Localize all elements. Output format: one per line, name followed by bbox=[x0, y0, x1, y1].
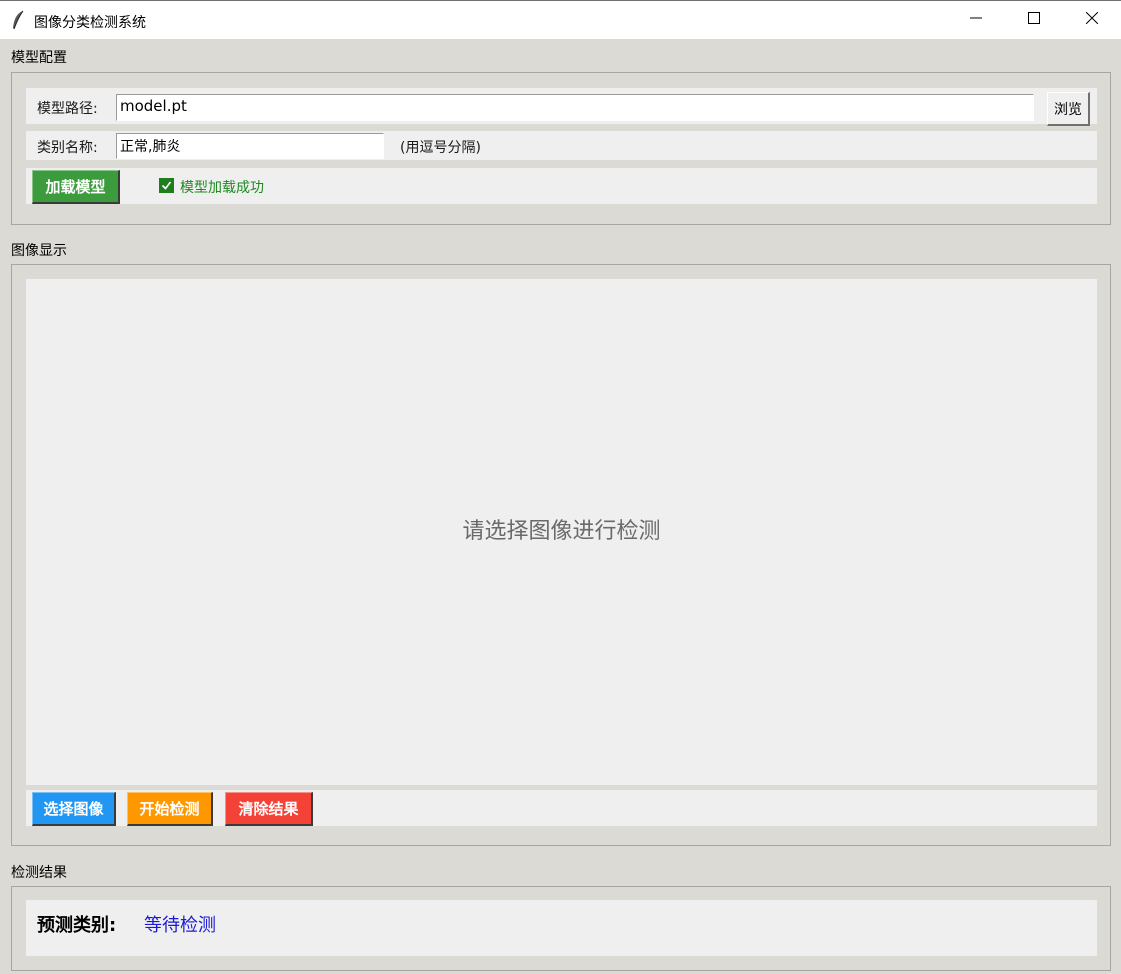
clear-results-button[interactable]: 清除结果 bbox=[225, 792, 313, 826]
close-button[interactable] bbox=[1063, 1, 1121, 39]
prediction-label: 预测类别: bbox=[37, 915, 117, 936]
select-image-button[interactable]: 选择图像 bbox=[32, 792, 116, 826]
model-path-input[interactable]: model.pt bbox=[116, 94, 1034, 121]
maximize-button[interactable] bbox=[1005, 1, 1063, 39]
model-path-label: 模型路径: bbox=[37, 101, 98, 117]
start-detect-button[interactable]: 开始检测 bbox=[127, 792, 213, 826]
class-names-hint: (用逗号分隔) bbox=[400, 140, 481, 156]
load-status: 模型加载成功 bbox=[180, 180, 264, 196]
close-icon bbox=[1085, 11, 1099, 28]
minimize-button[interactable] bbox=[947, 1, 1005, 39]
image-display-header bbox=[11, 238, 1111, 264]
minimize-icon bbox=[970, 12, 982, 28]
window-title: 图像分类检测系统 bbox=[34, 15, 146, 31]
results-header bbox=[11, 860, 1111, 886]
maximize-icon bbox=[1028, 12, 1040, 28]
model-config-header bbox=[11, 45, 1111, 71]
class-names-input[interactable]: 正常,肺炎 bbox=[116, 133, 384, 159]
browse-button[interactable]: 浏览 bbox=[1047, 92, 1090, 126]
model-config-title: 模型配置 bbox=[11, 50, 67, 66]
prediction-value: 等待检测 bbox=[144, 915, 216, 936]
results-title: 检测结果 bbox=[11, 865, 67, 881]
image-display-title: 图像显示 bbox=[11, 243, 67, 259]
feather-icon bbox=[11, 10, 25, 30]
app-window: 图像分类检测系统 模型配置 模型路径: model.pt 浏览 类别名称: 正常… bbox=[0, 0, 1121, 974]
check-icon bbox=[159, 178, 174, 193]
title-bar: 图像分类检测系统 bbox=[0, 0, 1121, 39]
image-placeholder: 请选择图像进行检测 bbox=[462, 519, 661, 544]
class-names-label: 类别名称: bbox=[37, 140, 98, 156]
load-model-button[interactable]: 加载模型 bbox=[32, 170, 120, 204]
image-canvas[interactable]: 请选择图像进行检测 bbox=[26, 279, 1097, 785]
